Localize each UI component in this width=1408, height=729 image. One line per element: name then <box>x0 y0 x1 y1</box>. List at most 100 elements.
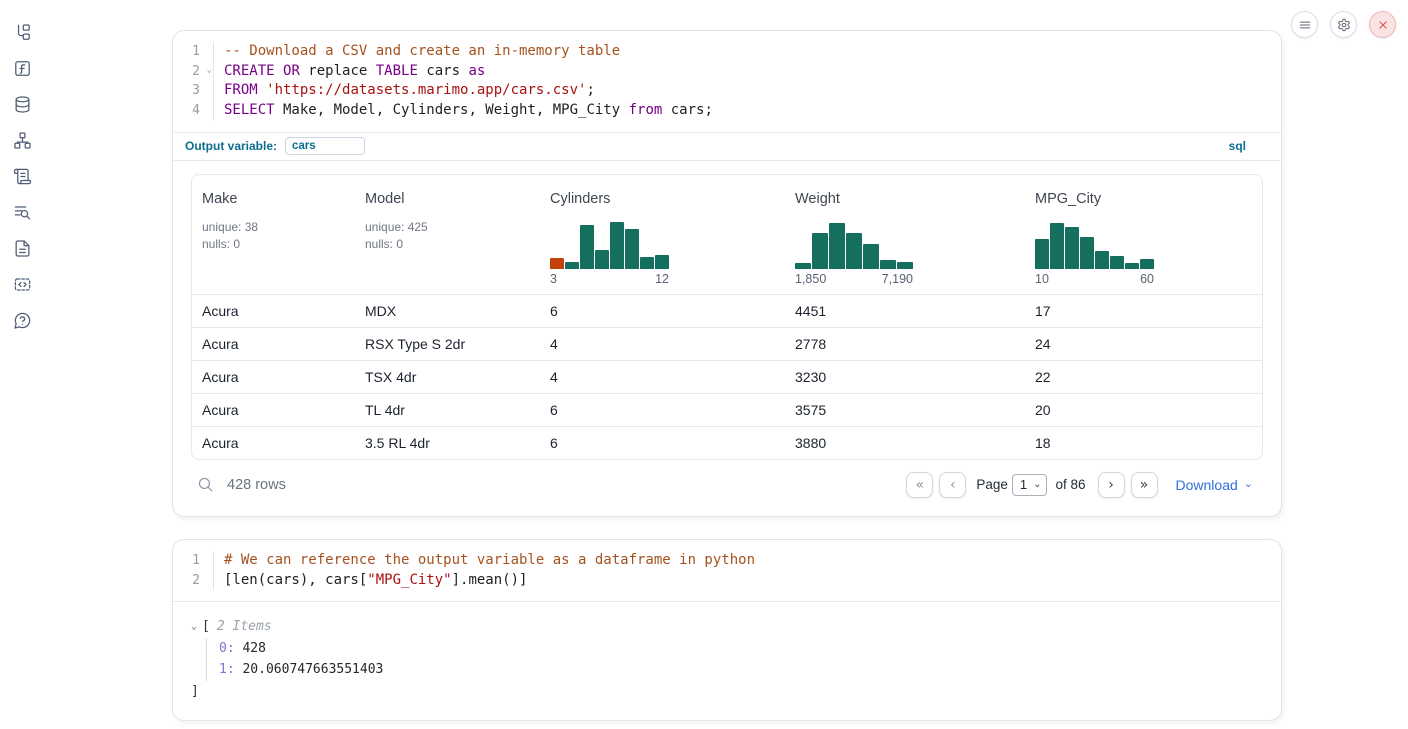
code-line[interactable]: 2[len(cars), cars["MPG_City"].mean()] <box>173 571 1281 591</box>
table-row[interactable]: AcuraRSX Type S 2dr4277824 <box>192 327 1262 360</box>
menu-button[interactable] <box>1291 11 1318 38</box>
first-page-button[interactable]: « <box>906 472 933 498</box>
table-row[interactable]: AcuraTL 4dr6357520 <box>192 393 1262 426</box>
table-cell: Acura <box>192 369 355 385</box>
close-button[interactable] <box>1369 11 1396 38</box>
histogram-bar <box>580 225 594 269</box>
histogram-bar <box>1140 259 1154 269</box>
histogram-bar <box>565 262 579 269</box>
histogram-min-label: 3 <box>550 272 557 286</box>
output-variable-input[interactable] <box>285 137 365 155</box>
table-cell: 20 <box>1025 402 1262 418</box>
code-line[interactable]: 1# We can reference the output variable … <box>173 551 1281 571</box>
tree-root: ⌄ [ 2 Items <box>191 616 1263 638</box>
window-controls <box>1291 11 1396 38</box>
documentation-icon[interactable] <box>12 238 32 258</box>
table-cell: MDX <box>355 303 540 319</box>
table-cell: 3880 <box>785 435 1025 451</box>
column-name[interactable]: MPG_City <box>1035 189 1252 209</box>
histogram-min-label: 1,850 <box>795 272 826 286</box>
line-number: 3 <box>173 81 214 101</box>
page-label: Page <box>976 477 1008 492</box>
tree-entry: 0: 428 <box>219 638 1263 660</box>
histogram-max-label: 60 <box>1140 272 1154 286</box>
table-cell: Acura <box>192 435 355 451</box>
prev-page-button[interactable]: ‹ <box>939 472 966 498</box>
table-row[interactable]: AcuraMDX6445117 <box>192 294 1262 327</box>
histogram-bar <box>550 258 564 269</box>
help-icon[interactable] <box>12 310 32 330</box>
column-header: Modelunique: 425nulls: 0 <box>355 189 540 294</box>
histogram-bar <box>846 233 862 269</box>
column-name[interactable]: Cylinders <box>550 189 775 209</box>
table-cell: 4 <box>540 336 785 352</box>
column-histogram: 10 60 <box>1035 219 1154 286</box>
collapse-icon[interactable]: ⌄ <box>191 616 197 638</box>
chevron-down-icon: ⌄ <box>1244 479 1253 490</box>
python-cell: 1# We can reference the output variable … <box>172 539 1282 721</box>
dependency-graph-icon[interactable] <box>12 130 32 150</box>
sql-editor[interactable]: 1-- Download a CSV and create an in-memo… <box>173 31 1281 132</box>
output-variable-row: Output variable: sql <box>173 132 1281 160</box>
logs-icon[interactable] <box>12 202 32 222</box>
column-name[interactable]: Model <box>365 189 530 209</box>
search-icon[interactable] <box>197 476 214 493</box>
next-page-icon: › <box>1108 477 1114 493</box>
close-icon <box>1376 18 1390 32</box>
histogram-bar <box>1065 227 1079 269</box>
settings-button[interactable] <box>1330 11 1357 38</box>
table-cell: Acura <box>192 336 355 352</box>
column-name[interactable]: Make <box>202 189 345 209</box>
pagination: « ‹ Page 1 ⌄ of 86 › » Download <box>900 472 1261 498</box>
histogram-bar <box>1080 237 1094 269</box>
notebook: 1-- Download a CSV and create an in-memo… <box>172 0 1282 721</box>
chevron-down-icon: ⌄ <box>1033 480 1041 490</box>
page-select[interactable]: 1 ⌄ <box>1012 474 1048 496</box>
table-row[interactable]: Acura3.5 RL 4dr6388018 <box>192 426 1262 459</box>
table-cell: 4451 <box>785 303 1025 319</box>
histogram-min-label: 10 <box>1035 272 1049 286</box>
line-number: 1 <box>173 551 214 571</box>
fold-chevron-icon[interactable]: ⌄ <box>207 61 212 81</box>
row-count: 428 rows <box>227 477 286 493</box>
histogram-bar <box>795 263 811 269</box>
table-cell: 3575 <box>785 402 1025 418</box>
tree-entries: 0: 4281: 20.060747663551403 <box>206 638 1263 681</box>
sql-cell: 1-- Download a CSV and create an in-memo… <box>172 30 1282 517</box>
table-footer: 428 rows « ‹ Page 1 ⌄ of 86 › <box>191 468 1263 502</box>
column-histogram: 1,8507,190 <box>795 219 913 286</box>
functions-icon[interactable] <box>12 58 32 78</box>
table-row[interactable]: AcuraTSX 4dr4323022 <box>192 360 1262 393</box>
tree-entry: 1: 20.060747663551403 <box>219 659 1263 681</box>
table-cell: Acura <box>192 303 355 319</box>
page-select-value: 1 <box>1020 477 1027 492</box>
histogram-bar <box>655 255 669 269</box>
items-count: 2 Items <box>217 616 272 638</box>
download-button[interactable]: Download ⌄ <box>1176 477 1253 493</box>
histogram-bar <box>1095 251 1109 269</box>
table-cell: 17 <box>1025 303 1262 319</box>
histogram-bar <box>610 222 624 269</box>
next-page-button[interactable]: › <box>1098 472 1125 498</box>
snippets-icon[interactable] <box>12 274 32 294</box>
first-page-icon: « <box>916 477 925 493</box>
column-name[interactable]: Weight <box>795 189 1015 209</box>
code-line[interactable]: 3FROM 'https://datasets.marimo.app/cars.… <box>173 81 1281 101</box>
file-tree-icon[interactable] <box>12 22 32 42</box>
histogram-bar <box>863 244 879 269</box>
code-line[interactable]: 1-- Download a CSV and create an in-memo… <box>173 42 1281 62</box>
sidebar <box>0 0 44 729</box>
database-icon[interactable] <box>12 94 32 114</box>
last-page-button[interactable]: » <box>1131 472 1158 498</box>
column-histogram: 312 <box>550 219 669 286</box>
scratchpad-icon[interactable] <box>12 166 32 186</box>
data-table: Makeunique: 38nulls: 0Modelunique: 425nu… <box>191 174 1263 460</box>
code-line[interactable]: 2⌄CREATE OR replace TABLE cars as <box>173 62 1281 82</box>
table-cell: 22 <box>1025 369 1262 385</box>
table-body: AcuraMDX6445117AcuraRSX Type S 2dr427782… <box>192 294 1262 459</box>
table-cell: 2778 <box>785 336 1025 352</box>
histogram-bar <box>829 223 845 269</box>
python-editor[interactable]: 1# We can reference the output variable … <box>173 540 1281 601</box>
code-line[interactable]: 4SELECT Make, Model, Cylinders, Weight, … <box>173 101 1281 121</box>
table-header: Makeunique: 38nulls: 0Modelunique: 425nu… <box>192 175 1262 294</box>
